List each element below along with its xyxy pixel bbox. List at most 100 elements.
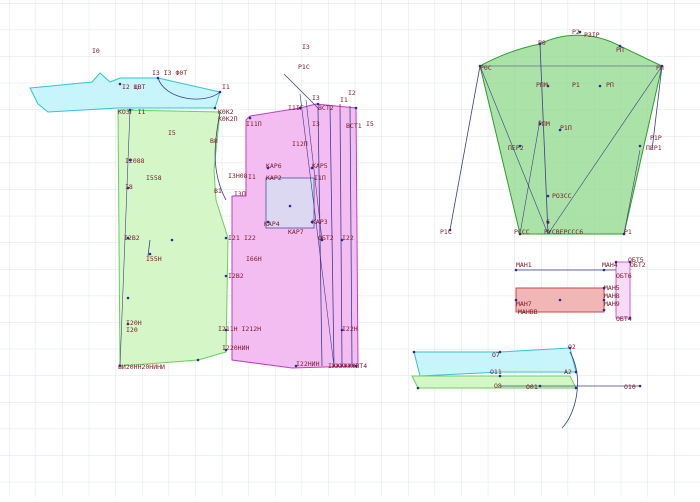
label-man5: МАН5	[604, 284, 620, 292]
label-i8: I8	[125, 183, 133, 191]
label-i3: I3 I3 Ф0Т	[152, 69, 187, 77]
label-v82: В1	[214, 187, 222, 195]
label-ob2: ОБТ2	[630, 261, 646, 269]
label-i2v2: I2В2	[228, 272, 244, 280]
label-kap2: КАР2	[266, 174, 282, 182]
construction-point	[574, 386, 578, 390]
label-p0-right: PП	[616, 46, 624, 54]
label-ob4: ОБТ4	[616, 315, 632, 323]
label-i2088: I2088	[125, 157, 145, 165]
label-p3p: P3ІР	[584, 31, 600, 39]
label-v8: В8	[210, 137, 218, 145]
label-i1p-hem: I1П	[314, 174, 326, 182]
label-a2: А2	[564, 368, 572, 376]
label-zbot: IЖЖЖЖЖЖВТ4	[328, 362, 367, 370]
construction-point	[224, 236, 228, 240]
construction-point	[546, 194, 550, 198]
label-p1m: P1П	[560, 124, 572, 132]
label-p1c: P1C	[440, 228, 452, 236]
label-man7: МАН7	[516, 300, 532, 308]
construction-point	[416, 386, 420, 390]
pattern-canvas[interactable]: I0 P1C I3 I2 I3 I3 Ф0Т I1 I2 ЩВТ КОЗГ I1…	[0, 0, 700, 497]
label-p1: P1	[572, 81, 580, 89]
construction-point	[196, 358, 200, 362]
label-i5: I5	[168, 129, 176, 137]
label-pb1: P1	[624, 228, 632, 236]
label-kap4: КАР4	[264, 220, 280, 228]
label-o01: О01	[526, 383, 538, 391]
label-kap7: КАР7	[288, 228, 304, 236]
label-manbot: МАНВВ	[518, 308, 538, 316]
label-i22: I22	[244, 234, 256, 242]
label-o11: О11	[490, 368, 502, 376]
label-o8: О8	[494, 382, 502, 390]
label-i20bb: I2В2	[124, 234, 140, 242]
label-pbm: РУСВЕРССС6	[544, 228, 583, 236]
construction-point	[126, 296, 130, 300]
label-i66h: I66H	[246, 255, 262, 263]
construction-point	[558, 298, 562, 302]
label-i21: I21	[228, 234, 240, 242]
label-i22-right: I22	[342, 234, 354, 242]
label-p0l: P0С	[480, 64, 492, 72]
label-i3-top: I3	[302, 43, 310, 51]
label-vst1: ВСТ1	[346, 122, 362, 130]
construction-point	[288, 204, 292, 208]
label-pp-mid: PП	[606, 81, 614, 89]
label-i2: I2	[348, 89, 356, 97]
label-i3-neck: I3	[312, 94, 320, 102]
label-kap6: КАР6	[266, 162, 282, 170]
label-o7: О7	[492, 351, 500, 359]
label-pm: PПМ	[538, 120, 550, 128]
label-o10: О10	[624, 383, 636, 391]
label-p2: P2	[572, 28, 580, 36]
label-i211: I211H I212H	[218, 325, 261, 333]
label-i220: I220НИН	[222, 344, 249, 352]
label-pp: PП	[656, 64, 664, 72]
label-i1-neck: I1	[340, 96, 348, 104]
construction-point	[538, 384, 542, 388]
label-pep2: ПЕР2	[508, 144, 524, 152]
label-p0: P0	[538, 39, 546, 47]
construction-point	[354, 106, 358, 110]
label-i2-shoulder: I2 ЩВТ	[122, 83, 146, 91]
construction-point	[602, 268, 606, 272]
construction-point	[638, 384, 642, 388]
construction-point	[412, 350, 416, 354]
construction-point	[218, 90, 222, 94]
label-man8: МАН8	[604, 292, 620, 300]
label-k0k2p: К0К2П	[218, 115, 238, 123]
construction-point	[170, 238, 174, 242]
label-vst2: ВСТ2	[318, 104, 334, 112]
label-i1: I1	[248, 173, 256, 181]
label-i3h: I3H08	[228, 172, 248, 180]
label-i558h: I55H	[146, 255, 162, 263]
label-i558: I558	[146, 174, 162, 182]
label-kap3: КАР3	[312, 218, 328, 226]
construction-point	[514, 268, 518, 272]
label-ob6: ОБТ6	[616, 272, 632, 280]
construction-point	[156, 76, 160, 80]
construction-point	[224, 274, 228, 278]
label-kozgi: КОЗГ I1	[118, 108, 145, 116]
label-i1ig: I1IГ	[288, 104, 304, 112]
label-i1: I1	[222, 83, 230, 91]
label-i20: I20	[126, 326, 138, 334]
label-p6: 6	[546, 218, 550, 226]
label-i22nin: I22НИН	[296, 360, 320, 368]
label-bot: ВИ20НН20НИНИ	[118, 363, 165, 371]
construction-point	[248, 116, 252, 120]
pattern-drawing[interactable]: I0 P1C I3 I2 I3 I3 Ф0Т I1 I2 ЩВТ КОЗГ I1…	[0, 0, 700, 497]
label-pep1: ПЕР1	[646, 144, 662, 152]
label-p1c-top: P1C	[298, 63, 310, 71]
label-man4: МАН4	[602, 261, 618, 269]
construction-point	[213, 106, 217, 110]
label-man1: МАН1	[516, 261, 532, 269]
label-i11p: I11П	[246, 120, 262, 128]
construction-point	[118, 82, 122, 86]
construction-point	[638, 144, 642, 148]
label-ppm: PПМ	[536, 81, 548, 89]
label-obt2: ОБТ2	[318, 234, 334, 242]
construction-point	[598, 84, 602, 88]
label-i12p: I12П	[292, 140, 308, 148]
